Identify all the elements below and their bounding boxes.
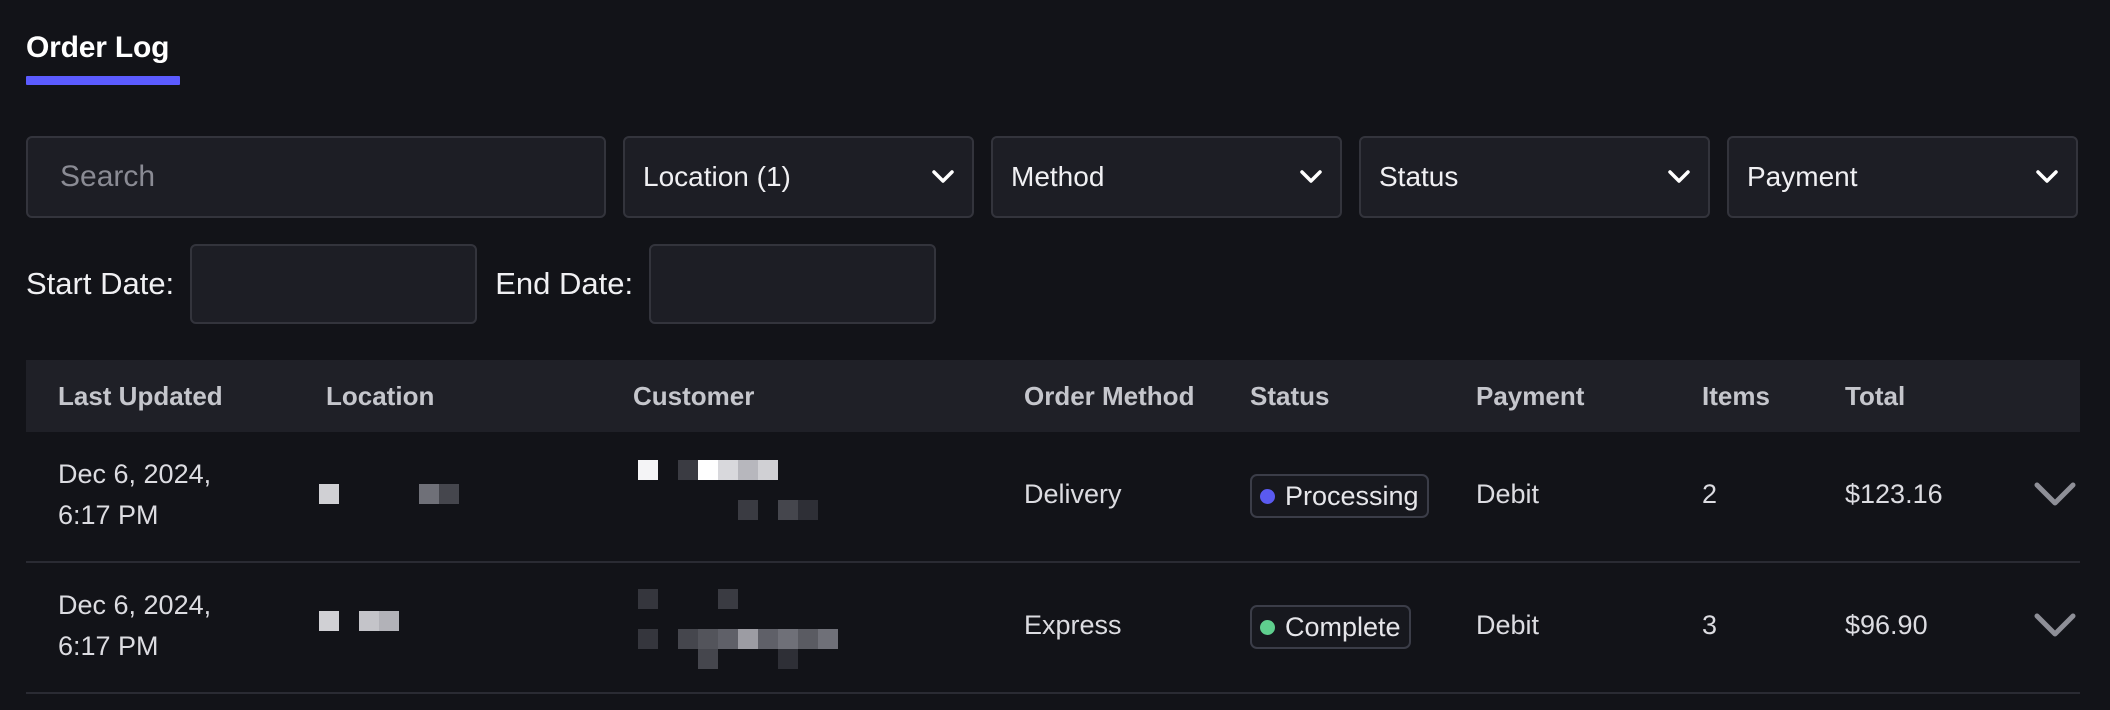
orders-table: Last Updated Location Customer Order Met… bbox=[26, 360, 2080, 694]
chevron-down-icon bbox=[1668, 170, 1690, 184]
items-cell: 2 bbox=[1702, 479, 1718, 509]
order-log-page: Order Log Location (1) Method Status Pay… bbox=[0, 0, 2110, 710]
status-badge: Processing bbox=[1250, 474, 1429, 518]
column-header-order-method[interactable]: Order Method bbox=[1024, 381, 1194, 412]
status-text: Processing bbox=[1285, 480, 1419, 511]
column-header-payment[interactable]: Payment bbox=[1476, 381, 1584, 412]
chevron-down-icon[interactable] bbox=[2034, 482, 2076, 513]
order-method-cell: Delivery bbox=[1024, 479, 1122, 509]
column-header-last-updated[interactable]: Last Updated bbox=[58, 381, 223, 412]
end-date-label: End Date: bbox=[495, 266, 634, 301]
column-header-total[interactable]: Total bbox=[1845, 381, 1905, 412]
time-text: 6:17 PM bbox=[58, 631, 159, 661]
total-cell: $96.90 bbox=[1845, 610, 1928, 640]
status-dropdown[interactable]: Status bbox=[1359, 136, 1710, 218]
payment-dropdown[interactable]: Payment bbox=[1727, 136, 2078, 218]
location-dropdown-label: Location (1) bbox=[643, 161, 791, 192]
customer-redacted bbox=[638, 589, 858, 669]
customer-redacted bbox=[638, 460, 838, 520]
end-date-input[interactable] bbox=[649, 244, 937, 324]
date-text: Dec 6, 2024, bbox=[58, 590, 212, 620]
column-header-status[interactable]: Status bbox=[1250, 381, 1329, 412]
total-cell: $123.16 bbox=[1845, 479, 1943, 509]
column-header-location[interactable]: Location bbox=[326, 381, 434, 412]
page-title: Order Log bbox=[26, 31, 170, 64]
payment-cell: Debit bbox=[1476, 479, 1540, 509]
location-redacted bbox=[319, 611, 409, 635]
items-cell: 3 bbox=[1702, 610, 1718, 640]
column-header-items[interactable]: Items bbox=[1702, 381, 1770, 412]
method-dropdown[interactable]: Method bbox=[991, 136, 1342, 218]
chevron-down-icon bbox=[932, 170, 954, 184]
search-input[interactable] bbox=[26, 136, 606, 218]
date-range: Start Date: End Date: bbox=[26, 244, 954, 324]
table-header: Last Updated Location Customer Order Met… bbox=[26, 360, 2080, 432]
start-date-input[interactable] bbox=[190, 244, 478, 324]
status-dot bbox=[1260, 488, 1275, 504]
location-dropdown[interactable]: Location (1) bbox=[623, 136, 974, 218]
payment-cell: Debit bbox=[1476, 610, 1540, 640]
last-updated-cell: Dec 6, 2024, 6:17 PM bbox=[58, 454, 211, 536]
status-text: Complete bbox=[1285, 611, 1401, 642]
chevron-down-icon bbox=[1300, 170, 1322, 184]
method-dropdown-label: Method bbox=[1011, 161, 1105, 192]
table-row[interactable]: Dec 6, 2024, 6:17 PM Express Complete De… bbox=[26, 563, 2080, 694]
location-redacted bbox=[319, 482, 469, 506]
status-dot bbox=[1260, 619, 1275, 635]
page-title-tab[interactable]: Order Log bbox=[26, 26, 180, 85]
time-text: 6:17 PM bbox=[58, 500, 159, 530]
payment-dropdown-label: Payment bbox=[1747, 161, 1858, 192]
order-method-cell: Express bbox=[1024, 610, 1122, 640]
status-badge: Complete bbox=[1250, 605, 1411, 649]
filter-bar: Location (1) Method Status Payment bbox=[26, 136, 2078, 218]
chevron-down-icon bbox=[2036, 170, 2058, 184]
chevron-down-icon[interactable] bbox=[2034, 613, 2076, 644]
title-active-indicator bbox=[26, 76, 180, 85]
start-date-label: Start Date: bbox=[26, 266, 175, 301]
last-updated-cell: Dec 6, 2024, 6:17 PM bbox=[58, 585, 211, 667]
status-dropdown-label: Status bbox=[1379, 161, 1459, 192]
table-row[interactable]: Dec 6, 2024, 6:17 PM Delivery Processing… bbox=[26, 432, 2080, 563]
date-text: Dec 6, 2024, bbox=[58, 459, 212, 489]
column-header-customer[interactable]: Customer bbox=[633, 381, 754, 412]
